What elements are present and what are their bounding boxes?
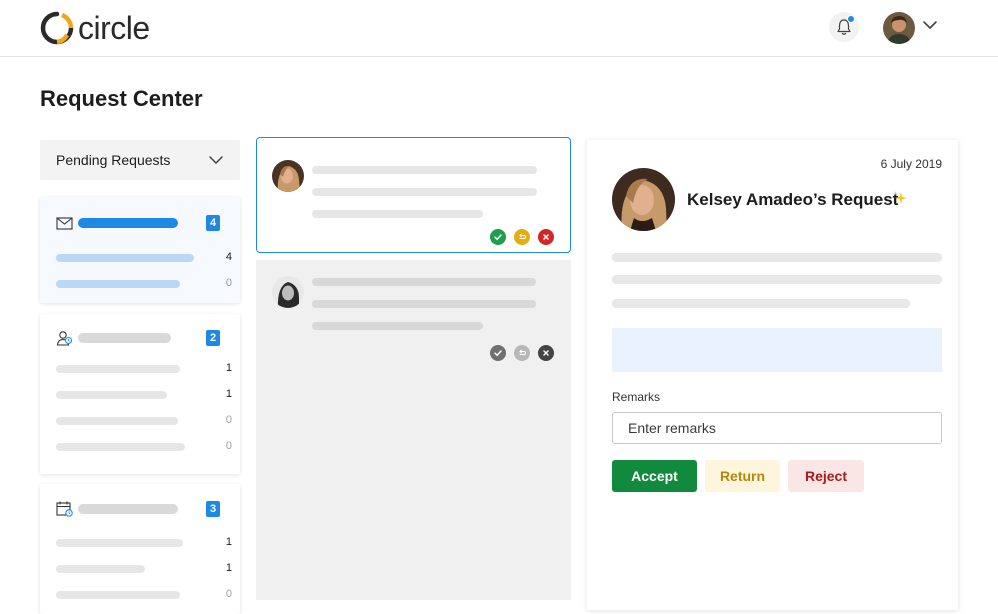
user-avatar-image [883, 12, 915, 44]
detail-line-placeholder [612, 275, 942, 284]
quick-reject-button[interactable] [538, 229, 554, 245]
subitem-count: 0 [225, 440, 232, 452]
subitem-count: 4 [225, 251, 232, 263]
request-date: 6 July 2019 [880, 157, 942, 171]
detail-line-placeholder [612, 299, 910, 308]
subitem-count: 1 [225, 388, 232, 400]
category-subitem[interactable]: 1 [56, 536, 232, 549]
request-detail-panel: 6 July 2019 Kelsey Amadeo’s Request Rema… [587, 140, 958, 610]
category-subitem[interactable]: 4 [56, 251, 232, 264]
return-button[interactable]: Return [705, 460, 780, 492]
request-line-placeholder [312, 300, 536, 308]
request-line-placeholder [312, 278, 536, 286]
request-line-placeholder [312, 166, 537, 174]
sparkle-icon [893, 191, 907, 204]
mail-icon [56, 217, 73, 230]
quick-reject-button[interactable] [538, 345, 554, 361]
request-line-placeholder [312, 210, 483, 218]
detail-line-placeholder [612, 253, 942, 262]
check-icon [494, 234, 502, 241]
quick-accept-button[interactable] [490, 229, 506, 245]
request-card[interactable] [256, 260, 571, 370]
requester-avatar-large [612, 168, 675, 231]
category-badge: 4 [206, 215, 220, 231]
category-badge: 2 [206, 330, 220, 346]
requester-avatar [272, 160, 304, 192]
quick-return-button[interactable] [514, 345, 530, 361]
category-title-placeholder [78, 218, 178, 228]
filter-selected-label: Pending Requests [56, 152, 171, 168]
logo-mark [40, 11, 74, 45]
requester-avatar [272, 276, 304, 308]
status-filter-dropdown[interactable]: Pending Requests [40, 140, 240, 180]
chevron-down-icon [209, 156, 223, 164]
calendar-clock-icon [56, 501, 73, 517]
remarks-input[interactable] [612, 412, 942, 444]
category-card-schedule[interactable]: 3 1 1 0 [40, 484, 240, 614]
category-card-mail[interactable]: 4 4 0 [40, 197, 240, 303]
category-card-users[interactable]: 2 1 1 0 0 [40, 314, 240, 474]
request-line-placeholder [312, 188, 537, 196]
logo-text: circle [78, 10, 150, 46]
reject-button[interactable]: Reject [788, 460, 864, 492]
close-icon [543, 350, 549, 356]
category-subitem[interactable]: 0 [56, 414, 232, 427]
notification-dot [847, 15, 855, 23]
user-group-icon [56, 331, 73, 346]
category-subitem[interactable]: 1 [56, 562, 232, 575]
category-subitem[interactable]: 0 [56, 277, 232, 290]
remarks-label: Remarks [612, 390, 661, 404]
return-icon [519, 349, 527, 356]
page-title: Request Center [40, 86, 203, 111]
top-bar: circle [0, 0, 998, 57]
chevron-down-icon[interactable] [922, 20, 938, 30]
subitem-count: 0 [225, 277, 232, 289]
category-subitem[interactable]: 1 [56, 388, 232, 401]
category-title-placeholder [78, 504, 178, 514]
request-title: Kelsey Amadeo’s Request [687, 190, 899, 209]
check-icon [494, 350, 502, 357]
subitem-count: 0 [225, 588, 232, 600]
subitem-count: 0 [225, 414, 232, 426]
category-badge: 3 [206, 501, 220, 517]
close-icon [543, 234, 549, 240]
category-subitem[interactable]: 0 [56, 440, 232, 453]
quick-accept-button[interactable] [490, 345, 506, 361]
request-line-placeholder [312, 322, 483, 330]
category-subitem[interactable]: 1 [56, 362, 232, 375]
accept-button[interactable]: Accept [612, 460, 697, 492]
category-title-placeholder [78, 333, 171, 343]
user-avatar[interactable] [883, 12, 915, 44]
request-card-selected[interactable] [256, 137, 571, 253]
subitem-count: 1 [225, 536, 232, 548]
request-info-box [612, 328, 942, 372]
notification-button[interactable] [829, 12, 859, 42]
quick-return-button[interactable] [514, 229, 530, 245]
return-icon [519, 233, 527, 240]
subitem-count: 1 [225, 362, 232, 374]
subitem-count: 1 [225, 562, 232, 574]
logo[interactable]: circle [40, 11, 150, 45]
